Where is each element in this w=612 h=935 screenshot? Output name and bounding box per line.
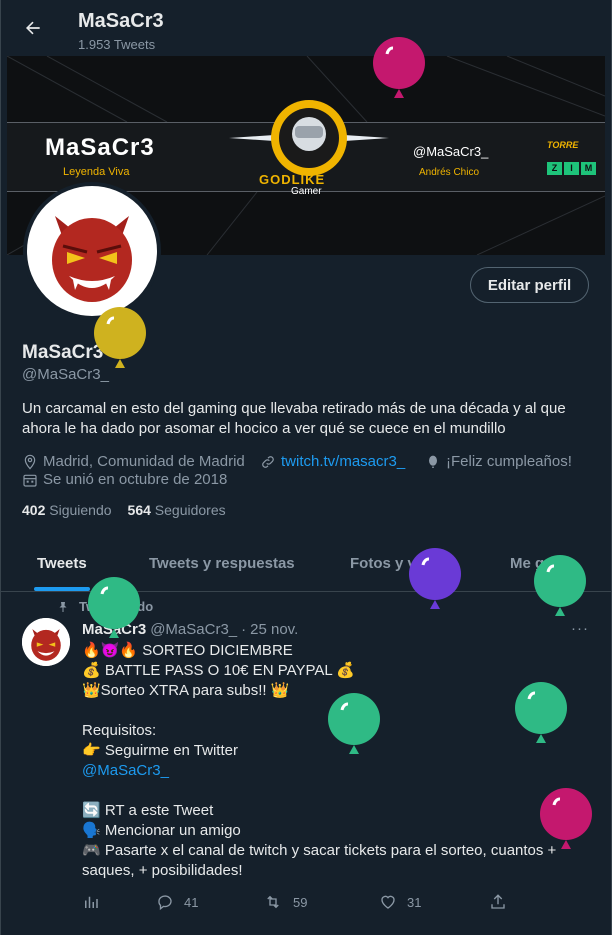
location-pin-icon <box>24 454 36 470</box>
tweet-date[interactable]: 25 nov. <box>250 621 298 638</box>
calendar-icon <box>23 474 37 487</box>
sponsor-letter: I <box>564 162 579 175</box>
retweet-button[interactable]: 59 <box>263 893 307 911</box>
top-bar: MaSaCr3 1.953 Tweets <box>1 0 611 56</box>
devil-avatar-icon <box>52 216 132 302</box>
sponsor-letter: M <box>581 162 596 175</box>
banner-handle: @MaSaCr3_ <box>413 144 489 159</box>
balloon-decoration-icon <box>88 577 140 638</box>
tweet-count: 1.953 Tweets <box>78 37 156 52</box>
balloon-decoration-icon <box>534 555 586 616</box>
tweet-line: 🔄 RT a este Tweet <box>82 802 214 819</box>
banner-logo-subtext: Gamer <box>291 186 322 197</box>
retweet-count: 59 <box>293 894 308 910</box>
heart-icon <box>381 895 395 909</box>
tweet-line: 🎮 Pasarte x el canal de twitch y sacar t… <box>82 842 557 879</box>
tweet-author-handle[interactable]: @MaSaCr3_ <box>150 621 237 638</box>
twitter-profile-page: MaSaCr3 1.953 Tweets MaSaCr3 Leyenda Viv… <box>0 0 612 935</box>
balloon-decoration-icon <box>409 548 461 609</box>
analytics-button[interactable] <box>82 893 100 911</box>
tweet-line: 🗣️ Mencionar un amigo <box>82 822 241 839</box>
share-icon <box>491 894 505 909</box>
devil-avatar-icon <box>22 618 70 666</box>
balloon-icon <box>429 455 437 468</box>
sponsor-logo: TORRE <box>547 140 579 150</box>
tweet-line: 🔥😈🔥 SORTEO DICIEMBRE <box>82 642 293 659</box>
edit-profile-button[interactable]: Editar perfil <box>470 267 589 303</box>
profile-avatar[interactable] <box>23 182 161 320</box>
retweet-icon <box>267 895 279 909</box>
page-title: MaSaCr3 <box>78 10 164 32</box>
tab-tweets[interactable]: Tweets <box>37 555 87 572</box>
banner-real-name: Andrés Chico <box>419 167 480 178</box>
birthday-text: ¡Feliz cumpleaños! <box>446 453 572 470</box>
link-icon <box>262 455 274 468</box>
followers-label: Seguidores <box>154 502 226 518</box>
tweet-actions: 41 59 31 <box>82 893 512 915</box>
followers-link[interactable]: 564 Seguidores <box>128 502 226 518</box>
profile-location: Madrid, Comunidad de Madrid <box>22 453 245 470</box>
banner-name: MaSaCr3 <box>45 134 155 161</box>
profile-joined: Se unió en octubre de 2018 <box>22 471 227 488</box>
share-button[interactable] <box>489 893 507 911</box>
profile-bio: Un carcamal en esto del gaming que lleva… <box>22 400 566 437</box>
profile-website[interactable]: twitch.tv/masacr3_ <box>260 453 405 470</box>
analytics-icon <box>85 896 98 908</box>
joined-text: Se unió en octubre de 2018 <box>43 471 228 488</box>
tab-tweets-replies[interactable]: Tweets y respuestas <box>149 555 295 572</box>
tweet-mention[interactable]: @MaSaCr3_ <box>82 761 592 781</box>
reply-count: 41 <box>184 894 199 910</box>
back-arrow-icon[interactable] <box>19 14 47 42</box>
following-link[interactable]: 402 Siguiendo <box>22 502 112 518</box>
following-label: Siguiendo <box>49 502 112 518</box>
follow-stats: 402 Siguiendo 564 Seguidores <box>22 502 226 518</box>
banner-logo-text: GODLIKE <box>259 172 326 187</box>
reply-icon <box>158 895 172 911</box>
like-button[interactable]: 31 <box>379 893 421 911</box>
banner-subtitle: Leyenda Viva <box>63 166 130 178</box>
location-text: Madrid, Comunidad de Madrid <box>43 453 245 470</box>
tweet-dot: · <box>241 621 247 638</box>
sponsor-zim-logo: Z I M <box>547 162 596 175</box>
following-count: 402 <box>22 502 46 518</box>
tweet-line: 💰 BATTLE PASS O 10€ EN PAYPAL 💰 <box>82 662 356 679</box>
followers-count: 564 <box>127 502 151 518</box>
pin-icon <box>59 601 67 612</box>
profile-birthday: ¡Feliz cumpleaños! <box>425 453 572 470</box>
balloon-decoration-icon <box>540 788 592 849</box>
balloon-decoration-icon <box>94 307 146 368</box>
sponsor-letter: Z <box>547 162 562 175</box>
balloon-decoration-icon <box>515 682 567 743</box>
tweet-author-avatar[interactable] <box>22 618 70 666</box>
balloon-decoration-icon <box>373 37 425 98</box>
website-link[interactable]: twitch.tv/masacr3_ <box>281 453 405 470</box>
reply-button[interactable]: 41 <box>156 893 198 911</box>
like-count: 31 <box>407 894 422 910</box>
balloon-decoration-icon <box>328 693 380 754</box>
active-tab-indicator <box>34 587 90 591</box>
